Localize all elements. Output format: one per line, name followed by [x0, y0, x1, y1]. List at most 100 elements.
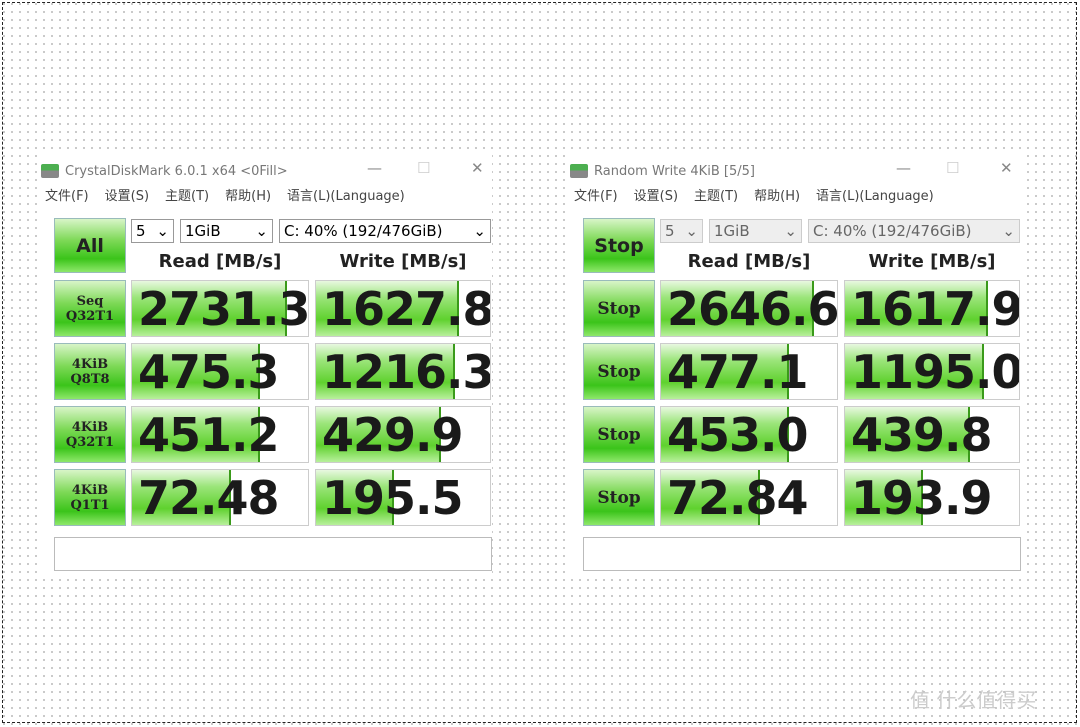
read-value: 477.1	[667, 344, 809, 399]
write-result: 1195.0	[844, 343, 1020, 400]
read-value: 475.3	[138, 344, 280, 399]
window-title: CrystalDiskMark 6.0.1 x64 <0Fill>	[65, 163, 288, 179]
run-all-button[interactable]: All	[54, 218, 126, 273]
write-value: 1617.9	[851, 281, 1020, 336]
write-result: 1617.9	[844, 280, 1020, 337]
crystaldiskmark-window: CrystalDiskMark 6.0.1 x64 <0Fill> — ☐ ✕ …	[37, 155, 492, 575]
size-value: 1GiB	[714, 222, 750, 240]
test-button[interactable]: 4KiB Q8T8	[54, 343, 126, 400]
write-result: 195.5	[315, 469, 491, 526]
test-label: 4KiB	[71, 482, 109, 498]
drive-value: C: 40% (192/476GiB)	[284, 222, 443, 240]
status-bar	[54, 537, 492, 571]
write-result: 439.8	[844, 406, 1020, 463]
read-result: 2731.3	[131, 280, 309, 337]
menu-item[interactable]: 文件(F)	[574, 185, 618, 204]
read-value: 72.48	[138, 470, 280, 525]
read-result: 475.3	[131, 343, 309, 400]
read-result: 451.2	[131, 406, 309, 463]
write-value: 439.8	[851, 407, 993, 462]
size-value: 1GiB	[185, 222, 221, 240]
read-result: 2646.6	[660, 280, 838, 337]
drive-value: C: 40% (192/476GiB)	[813, 222, 972, 240]
test-button[interactable]: Stop	[583, 469, 655, 526]
write-header: Write [MB/s]	[868, 251, 996, 272]
menu-item[interactable]: 主题(T)	[165, 185, 209, 204]
read-result: 453.0	[660, 406, 838, 463]
test-button[interactable]: 4KiB Q1T1	[54, 469, 126, 526]
read-value: 72.84	[667, 470, 809, 525]
menu-item[interactable]: 语言(L)(Language)	[816, 185, 934, 204]
count-select[interactable]: 5 ⌄	[660, 219, 703, 243]
write-result: 1216.3	[315, 343, 491, 400]
menu-item[interactable]: 设置(S)	[105, 185, 149, 204]
run-all-button[interactable]: Stop	[583, 218, 655, 273]
write-header: Write [MB/s]	[339, 251, 467, 272]
test-params: Q32T1	[65, 434, 115, 450]
read-header: Read [MB/s]	[687, 251, 811, 272]
close-icon[interactable]: ✕	[471, 159, 484, 177]
menu-item[interactable]: 主题(T)	[694, 185, 738, 204]
write-value: 193.9	[851, 470, 993, 525]
menu-item[interactable]: 语言(L)(Language)	[287, 185, 405, 204]
read-result: 72.48	[131, 469, 309, 526]
read-value: 2646.6	[667, 281, 838, 336]
chevron-down-icon: ⌄	[685, 222, 698, 240]
count-value: 5	[136, 222, 146, 240]
test-params: Q1T1	[70, 497, 110, 513]
chevron-down-icon: ⌄	[784, 222, 797, 240]
read-value: 2731.3	[138, 281, 309, 336]
write-value: 195.5	[322, 470, 464, 525]
menu-bar: 文件(F) 设置(S) 主题(T) 帮助(H) 语言(L)(Language)	[574, 185, 934, 204]
read-value: 451.2	[138, 407, 280, 462]
count-value: 5	[665, 222, 675, 240]
count-select[interactable]: 5 ⌄	[131, 219, 174, 243]
close-icon[interactable]: ✕	[1000, 159, 1013, 177]
maximize-icon[interactable]: ☐	[417, 159, 430, 177]
write-value: 1195.0	[851, 344, 1020, 399]
app-icon	[570, 164, 588, 178]
menu-item[interactable]: 文件(F)	[45, 185, 89, 204]
minimize-icon[interactable]: —	[367, 159, 382, 177]
chevron-down-icon: ⌄	[156, 222, 169, 240]
chevron-down-icon: ⌄	[1002, 222, 1015, 240]
test-button[interactable]: Stop	[583, 406, 655, 463]
test-label: Stop	[597, 487, 641, 508]
status-bar	[583, 537, 1021, 571]
write-result: 1627.8	[315, 280, 491, 337]
write-value: 1627.8	[322, 281, 491, 336]
chevron-down-icon: ⌄	[255, 222, 268, 240]
test-label: 4KiB	[71, 419, 109, 435]
write-result: 193.9	[844, 469, 1020, 526]
size-select[interactable]: 1GiB ⌄	[709, 219, 802, 243]
menu-item[interactable]: 帮助(H)	[754, 185, 800, 204]
test-button[interactable]: Seq Q32T1	[54, 280, 126, 337]
read-header: Read [MB/s]	[158, 251, 282, 272]
test-label: 4KiB	[71, 356, 109, 372]
test-button[interactable]: Stop	[583, 280, 655, 337]
app-icon	[41, 164, 59, 178]
size-select[interactable]: 1GiB ⌄	[180, 219, 273, 243]
read-result: 72.84	[660, 469, 838, 526]
crystaldiskmark-window: Random Write 4KiB [5/5] — ☐ ✕ 文件(F) 设置(S)…	[566, 155, 1021, 575]
test-label: Stop	[597, 424, 641, 445]
menu-item[interactable]: 设置(S)	[634, 185, 678, 204]
test-button[interactable]: Stop	[583, 343, 655, 400]
watermark: 值 什么值得买	[910, 688, 1037, 712]
test-label: Seq	[76, 293, 104, 309]
test-params: Q32T1	[65, 308, 115, 324]
maximize-icon[interactable]: ☐	[946, 159, 959, 177]
drive-select[interactable]: C: 40% (192/476GiB) ⌄	[808, 219, 1020, 243]
read-value: 453.0	[667, 407, 809, 462]
read-result: 477.1	[660, 343, 838, 400]
write-value: 1216.3	[322, 344, 491, 399]
chevron-down-icon: ⌄	[473, 222, 486, 240]
drive-select[interactable]: C: 40% (192/476GiB) ⌄	[279, 219, 491, 243]
minimize-icon[interactable]: —	[896, 159, 911, 177]
title-bar: Random Write 4KiB [5/5]	[570, 159, 755, 183]
write-result: 429.9	[315, 406, 491, 463]
test-button[interactable]: 4KiB Q32T1	[54, 406, 126, 463]
test-label: Stop	[597, 361, 641, 382]
menu-item[interactable]: 帮助(H)	[225, 185, 271, 204]
write-value: 429.9	[322, 407, 464, 462]
